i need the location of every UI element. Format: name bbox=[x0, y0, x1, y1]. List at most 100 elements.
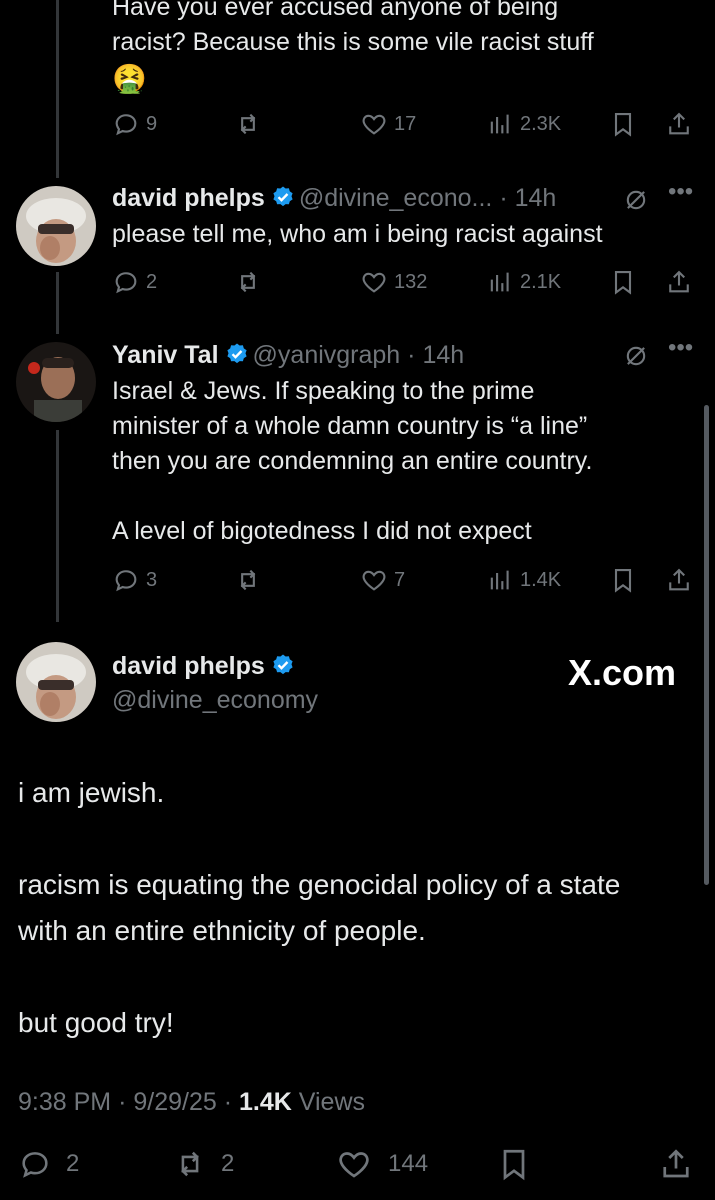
views-count: 1.4K bbox=[239, 1088, 292, 1116]
tweet-text-line: then you are condemning an entire countr… bbox=[112, 447, 593, 475]
separator-dot: · bbox=[499, 184, 508, 212]
views-button[interactable]: 2.3K bbox=[486, 104, 561, 144]
bookmark-button[interactable] bbox=[609, 104, 643, 144]
views-count: 2.1K bbox=[520, 270, 562, 293]
tweet-paragraph: but good try! bbox=[18, 1007, 174, 1038]
like-count: 144 bbox=[388, 1150, 429, 1177]
bookmark-icon bbox=[503, 1149, 525, 1181]
more-options-button[interactable]: ••• bbox=[668, 178, 693, 206]
separator-dot: · bbox=[407, 341, 416, 369]
user-handle[interactable]: @divine_econo... bbox=[299, 184, 493, 212]
share-icon bbox=[663, 1149, 689, 1178]
views-button[interactable]: 2.1K bbox=[486, 262, 561, 302]
heart-icon bbox=[362, 114, 386, 135]
views-count: 2.3K bbox=[520, 112, 562, 135]
reply-count: 2 bbox=[146, 270, 158, 293]
thread-line bbox=[56, 430, 59, 622]
share-icon bbox=[669, 112, 689, 135]
tweet-paragraph: with an entire ethnicity of people. bbox=[18, 915, 426, 946]
grok-button[interactable] bbox=[622, 342, 650, 375]
more-icon: ••• bbox=[668, 178, 694, 205]
repost-button[interactable]: 2 bbox=[173, 1142, 234, 1186]
verified-badge-icon bbox=[273, 654, 293, 675]
tweet-text-line: Have you ever accused anyone of being bbox=[112, 0, 559, 21]
nauseated-emoji: 🤮 bbox=[112, 63, 147, 94]
bookmark-button[interactable] bbox=[609, 262, 643, 302]
repost-icon bbox=[240, 569, 256, 591]
share-button[interactable] bbox=[665, 262, 699, 302]
reply-count: 2 bbox=[66, 1150, 80, 1177]
reply-button[interactable]: 2 bbox=[18, 1142, 79, 1186]
grok-icon bbox=[626, 346, 646, 366]
tweet-text: please tell me, who am i being racist ag… bbox=[112, 220, 603, 248]
repost-icon bbox=[181, 1151, 199, 1177]
tweet-time[interactable]: 9:38 PM bbox=[18, 1088, 111, 1116]
avatar[interactable] bbox=[16, 342, 96, 422]
like-button[interactable]: 7 bbox=[360, 560, 405, 600]
avatar[interactable] bbox=[16, 186, 96, 266]
tweet-header: david phelps bbox=[112, 650, 299, 682]
like-count: 17 bbox=[394, 112, 417, 135]
views-count: 1.4K bbox=[520, 568, 562, 591]
reply-count: 3 bbox=[146, 568, 158, 591]
thread-line bbox=[56, 272, 59, 334]
avatar[interactable] bbox=[16, 642, 96, 722]
repost-button[interactable] bbox=[234, 262, 268, 302]
avatar-photo bbox=[16, 642, 96, 722]
analytics-icon bbox=[490, 114, 509, 134]
repost-button[interactable] bbox=[234, 560, 268, 600]
reply-button[interactable]: 9 bbox=[112, 104, 157, 144]
display-name[interactable]: david phelps bbox=[112, 184, 265, 212]
share-button[interactable] bbox=[665, 560, 699, 600]
bookmark-button[interactable] bbox=[496, 1142, 538, 1186]
reply-button[interactable]: 3 bbox=[112, 560, 157, 600]
repost-count: 2 bbox=[221, 1150, 235, 1177]
bookmark-icon bbox=[614, 271, 632, 295]
user-handle[interactable]: @yanivgraph bbox=[253, 341, 401, 369]
tweet-actions: 3 7 1.4K bbox=[112, 560, 697, 600]
heart-icon bbox=[362, 272, 386, 293]
separator-dot: · bbox=[118, 1088, 127, 1116]
tweet-date[interactable]: 9/29/25 bbox=[133, 1088, 216, 1116]
reply-button[interactable]: 2 bbox=[112, 262, 157, 302]
reply-icon bbox=[115, 114, 137, 136]
views-button[interactable]: 1.4K bbox=[486, 560, 561, 600]
like-count: 132 bbox=[394, 270, 428, 293]
timestamp[interactable]: 14h bbox=[515, 184, 557, 212]
tweet-actions: 2 132 2.1K bbox=[112, 262, 697, 302]
analytics-icon bbox=[490, 272, 509, 292]
reply-icon bbox=[115, 570, 137, 592]
tweet-header: Yaniv Tal @yanivgraph · 14h bbox=[112, 339, 464, 371]
tweet-text-line: racist? Because this is some vile racist… bbox=[112, 28, 594, 56]
share-button[interactable] bbox=[658, 1142, 700, 1186]
display-name[interactable]: Yaniv Tal bbox=[112, 341, 219, 369]
heart-icon bbox=[339, 1152, 369, 1178]
user-handle[interactable]: @divine_economy bbox=[112, 684, 318, 716]
timestamp[interactable]: 14h bbox=[422, 341, 464, 369]
tweet-text-line: Israel & Jews. If speaking to the prime bbox=[112, 377, 535, 405]
bookmark-icon bbox=[614, 113, 632, 137]
more-options-button[interactable]: ••• bbox=[668, 334, 693, 362]
reply-icon bbox=[115, 272, 137, 294]
share-button[interactable] bbox=[665, 104, 699, 144]
separator-dot: · bbox=[223, 1088, 233, 1116]
share-icon bbox=[669, 568, 689, 591]
like-count: 7 bbox=[394, 568, 406, 591]
display-name[interactable]: david phelps bbox=[112, 652, 265, 680]
bookmark-button[interactable] bbox=[609, 560, 643, 600]
scrollbar[interactable] bbox=[704, 405, 709, 885]
watermark: X.com bbox=[568, 652, 677, 693]
tweet-paragraph: i am jewish. bbox=[18, 777, 165, 808]
verified-badge-icon bbox=[226, 343, 247, 364]
like-button[interactable]: 132 bbox=[360, 262, 427, 302]
like-button[interactable]: 17 bbox=[360, 104, 416, 144]
views-label: Views bbox=[298, 1088, 366, 1116]
tweet-text-line: A level of bigotedness I did not expect bbox=[112, 517, 532, 545]
repost-button[interactable] bbox=[234, 104, 268, 144]
tweet-header: david phelps @divine_econo... · 14h bbox=[112, 182, 556, 214]
thread-line bbox=[56, 0, 59, 178]
like-button[interactable]: 144 bbox=[336, 1142, 428, 1186]
tweet-text: Israel & Jews. If speaking to the prime … bbox=[112, 374, 702, 549]
share-icon bbox=[669, 270, 689, 293]
grok-button[interactable] bbox=[622, 186, 650, 219]
